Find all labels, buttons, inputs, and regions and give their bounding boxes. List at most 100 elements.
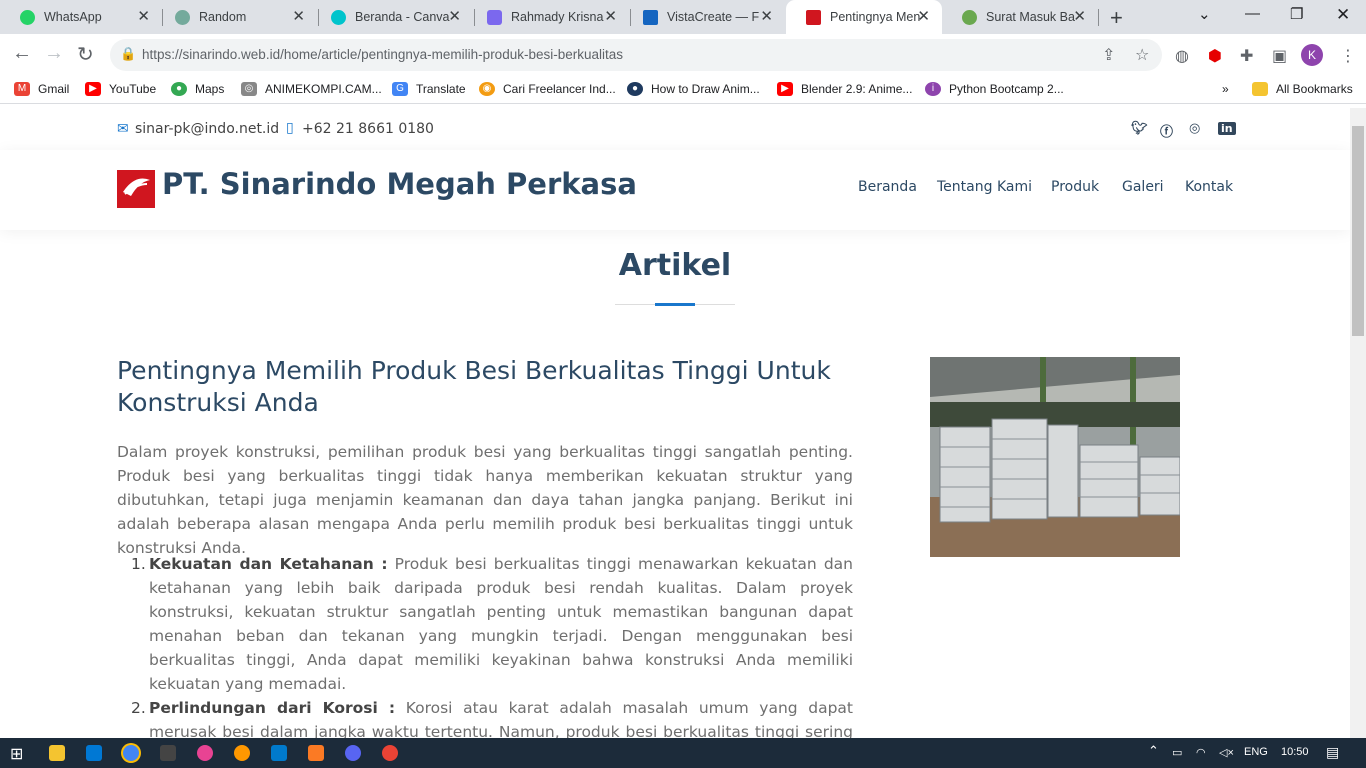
tab-pentingnya[interactable]: Pentingnya Men ✕: [786, 0, 942, 34]
bookmark-translate[interactable]: G Translate: [392, 82, 466, 96]
extensions-icon[interactable]: ✚: [1240, 46, 1253, 66]
address-bar[interactable]: 🔒 https://sinarindo.web.id/home/article/…: [110, 39, 1162, 71]
forward-button[interactable]: →: [44, 42, 64, 65]
file-explorer-icon[interactable]: [49, 745, 65, 761]
tab-strip: WhatsApp ✕ Random ✕ Beranda - Canva ✕ Rahma…: [0, 0, 1366, 34]
nav-produk[interactable]: Produk: [1051, 179, 1099, 195]
contact-phone[interactable]: +62 21 8661 0180: [302, 121, 434, 137]
close-icon[interactable]: ✕: [1073, 9, 1086, 24]
bookmark-blender[interactable]: ▶ Blender 2.9: Anime...: [777, 82, 912, 96]
globe-icon: [962, 9, 977, 25]
mail-icon[interactable]: [86, 745, 102, 761]
bookmark-star-icon[interactable]: ☆: [1135, 45, 1149, 65]
vistacreate-icon: [643, 9, 658, 25]
lock-icon[interactable]: 🔒: [120, 46, 136, 62]
close-icon[interactable]: ✕: [604, 9, 617, 24]
menu-icon[interactable]: ⋮: [1340, 46, 1356, 66]
youtube-icon: ▶: [85, 82, 101, 96]
close-icon[interactable]: ✕: [917, 9, 930, 24]
chatgpt-icon: [175, 9, 190, 25]
wifi-icon[interactable]: ◠: [1196, 746, 1206, 759]
app-icon[interactable]: [234, 745, 250, 761]
more-bookmarks-chevron-icon[interactable]: »: [1222, 82, 1229, 96]
translate-icon[interactable]: ◍: [1175, 46, 1189, 66]
close-icon[interactable]: ✕: [137, 9, 150, 24]
battery-icon[interactable]: ▭: [1172, 746, 1182, 759]
tab-whatsapp[interactable]: WhatsApp ✕: [0, 0, 162, 34]
bookmark-gmail[interactable]: M Gmail: [14, 82, 69, 96]
osu-icon[interactable]: [197, 745, 213, 761]
chrome-icon[interactable]: [123, 745, 139, 761]
tab-vistacreate[interactable]: VistaCreate — F ✕: [623, 0, 785, 34]
video-editor-icon[interactable]: [160, 745, 176, 761]
top-contact-bar: ✉ sinar-pk@indo.net.id ▯ +62 21 8661 018…: [0, 108, 1350, 150]
company-name[interactable]: PT. Sinarindo Megah Perkasa: [162, 167, 637, 201]
twitter-icon[interactable]: 🐦︎: [1131, 121, 1148, 136]
bookmark-how-to-draw[interactable]: ● How to Draw Anim...: [627, 82, 760, 96]
share-icon[interactable]: ⇪: [1102, 45, 1115, 65]
tab-surat-masuk[interactable]: Surat Masuk Ba ✕: [942, 0, 1098, 34]
tab-random[interactable]: Random ✕: [155, 0, 317, 34]
section-title: Artikel: [618, 248, 732, 283]
bookmarks-bar: M Gmail ▶ YouTube ● Maps ◎ ANIMEKOMPI.CAM...…: [0, 76, 1366, 104]
tab-canva[interactable]: Beranda - Canva ✕: [311, 0, 473, 34]
profile-avatar[interactable]: K: [1301, 44, 1323, 66]
maps-icon: ●: [171, 82, 187, 96]
scrollbar-thumb[interactable]: [1352, 126, 1364, 336]
minimize-button[interactable]: —: [1245, 5, 1260, 22]
sinarindo-icon: [806, 9, 821, 25]
tab-rahmady[interactable]: Rahmady Krisna ✕: [467, 0, 629, 34]
envelope-icon: ✉: [117, 121, 129, 137]
animekompi-icon: ◎: [241, 82, 257, 96]
chrome-profile-icon[interactable]: [382, 745, 398, 761]
bookmark-python[interactable]: i Python Bootcamp 2...: [925, 82, 1064, 96]
reload-button[interactable]: ↻: [77, 42, 94, 67]
web-page: ✉ sinar-pk@indo.net.id ▯ +62 21 8661 018…: [0, 108, 1350, 738]
tab-search-icon[interactable]: ⌄: [1198, 5, 1211, 23]
article-list: 1. Kekuatan dan Ketahanan : Produk besi b…: [117, 552, 853, 738]
side-panel-icon[interactable]: ▣: [1272, 46, 1287, 66]
bookmark-maps[interactable]: ● Maps: [171, 82, 224, 96]
list-item: 1. Kekuatan dan Ketahanan : Produk besi b…: [131, 555, 854, 693]
notifications-icon[interactable]: ▤: [1326, 744, 1339, 761]
nav-galeri[interactable]: Galeri: [1122, 179, 1164, 195]
back-button[interactable]: ←: [12, 42, 32, 65]
new-tab-button[interactable]: +: [1110, 5, 1123, 31]
chevron-up-icon[interactable]: ⌃: [1148, 743, 1159, 759]
close-window-button[interactable]: ✕: [1336, 5, 1350, 25]
folder-icon: [1252, 82, 1268, 96]
windows-taskbar: ⊞ ⌃ ▭ ◠ ◁× ENG 10:50 ▤: [0, 738, 1366, 768]
bookmark-freelancer[interactable]: ◉ Cari Freelancer Ind...: [479, 82, 616, 96]
vscode-icon[interactable]: [271, 745, 287, 761]
bookmark-youtube[interactable]: ▶ YouTube: [85, 82, 156, 96]
close-icon[interactable]: ✕: [448, 9, 461, 24]
xampp-icon[interactable]: [308, 745, 324, 761]
gmail-icon: M: [14, 82, 30, 96]
language-indicator[interactable]: ENG: [1244, 746, 1268, 758]
translate-icon: G: [392, 82, 408, 96]
bookmark-animekompi[interactable]: ◎ ANIMEKOMPI.CAM...: [241, 82, 382, 96]
volume-icon[interactable]: ◁×: [1219, 746, 1234, 759]
instagram-icon[interactable]: ◎: [1189, 121, 1200, 136]
close-icon[interactable]: ✕: [760, 9, 773, 24]
close-icon[interactable]: ✕: [292, 9, 305, 24]
article-image: [930, 357, 1180, 557]
facebook-icon[interactable]: ⓕ: [1160, 121, 1173, 140]
printer-icon: [487, 9, 502, 25]
all-bookmarks[interactable]: All Bookmarks: [1252, 82, 1353, 96]
site-header: PT. Sinarindo Megah Perkasa Beranda Tent…: [0, 150, 1350, 230]
adblock-icon[interactable]: ⬢: [1208, 46, 1222, 66]
linkedin-icon[interactable]: in: [1218, 122, 1236, 135]
page-scrollbar[interactable]: [1350, 108, 1366, 738]
nav-kontak[interactable]: Kontak: [1185, 179, 1233, 195]
discord-icon[interactable]: [345, 745, 361, 761]
canva-icon: [331, 9, 346, 25]
company-logo[interactable]: [117, 170, 155, 208]
contact-email[interactable]: sinar-pk@indo.net.id: [135, 121, 279, 137]
freelancer-icon: ◉: [479, 82, 495, 96]
windows-start-icon[interactable]: ⊞: [10, 744, 23, 764]
nav-tentang-kami[interactable]: Tentang Kami: [937, 179, 1032, 195]
restore-button[interactable]: ❐: [1290, 5, 1303, 23]
clock[interactable]: 10:50: [1281, 746, 1309, 758]
nav-beranda[interactable]: Beranda: [858, 179, 917, 195]
